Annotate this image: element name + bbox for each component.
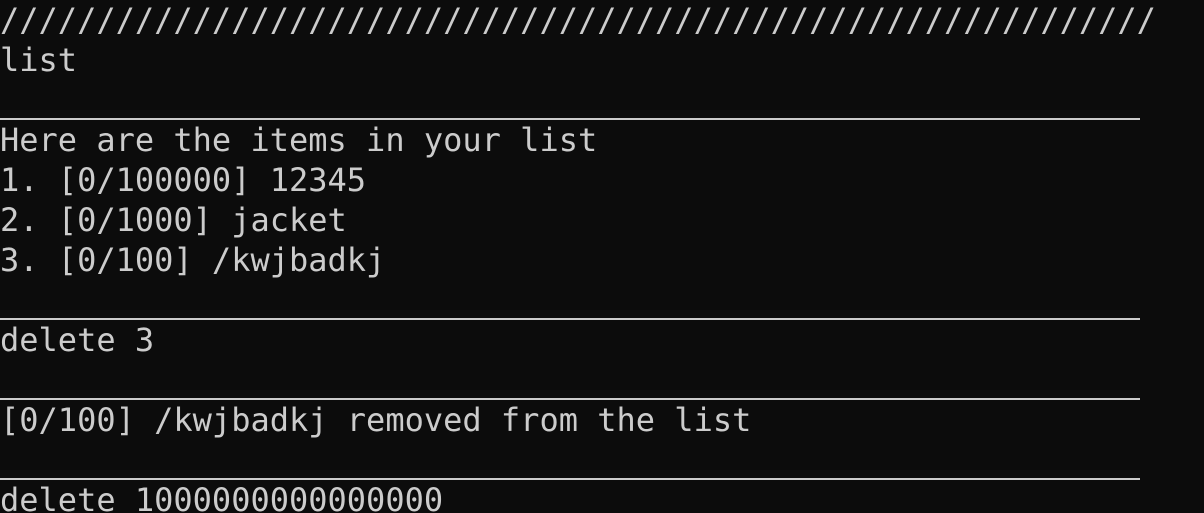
- separator-line: [0, 318, 1140, 320]
- command-line-delete-3: delete 3: [0, 321, 155, 359]
- list-item-1: 1. [0/100000] 12345: [0, 161, 367, 199]
- list-header-text: Here are the items in your list: [0, 121, 598, 159]
- removed-message: [0/100] /kwjbadkj removed from the list: [0, 401, 752, 439]
- command-line-list: list: [0, 41, 78, 79]
- command-line-delete-large[interactable]: delete 1000000000000000: [0, 480, 443, 513]
- terminal-window[interactable]: ////////////////////////////////////////…: [0, 0, 1204, 513]
- list-item-3: 3. [0/100] /kwjbadkj: [0, 241, 386, 279]
- top-border-line: ////////////////////////////////////////…: [0, 1, 1156, 39]
- list-item-2: 2. [0/1000] jacket: [0, 201, 347, 239]
